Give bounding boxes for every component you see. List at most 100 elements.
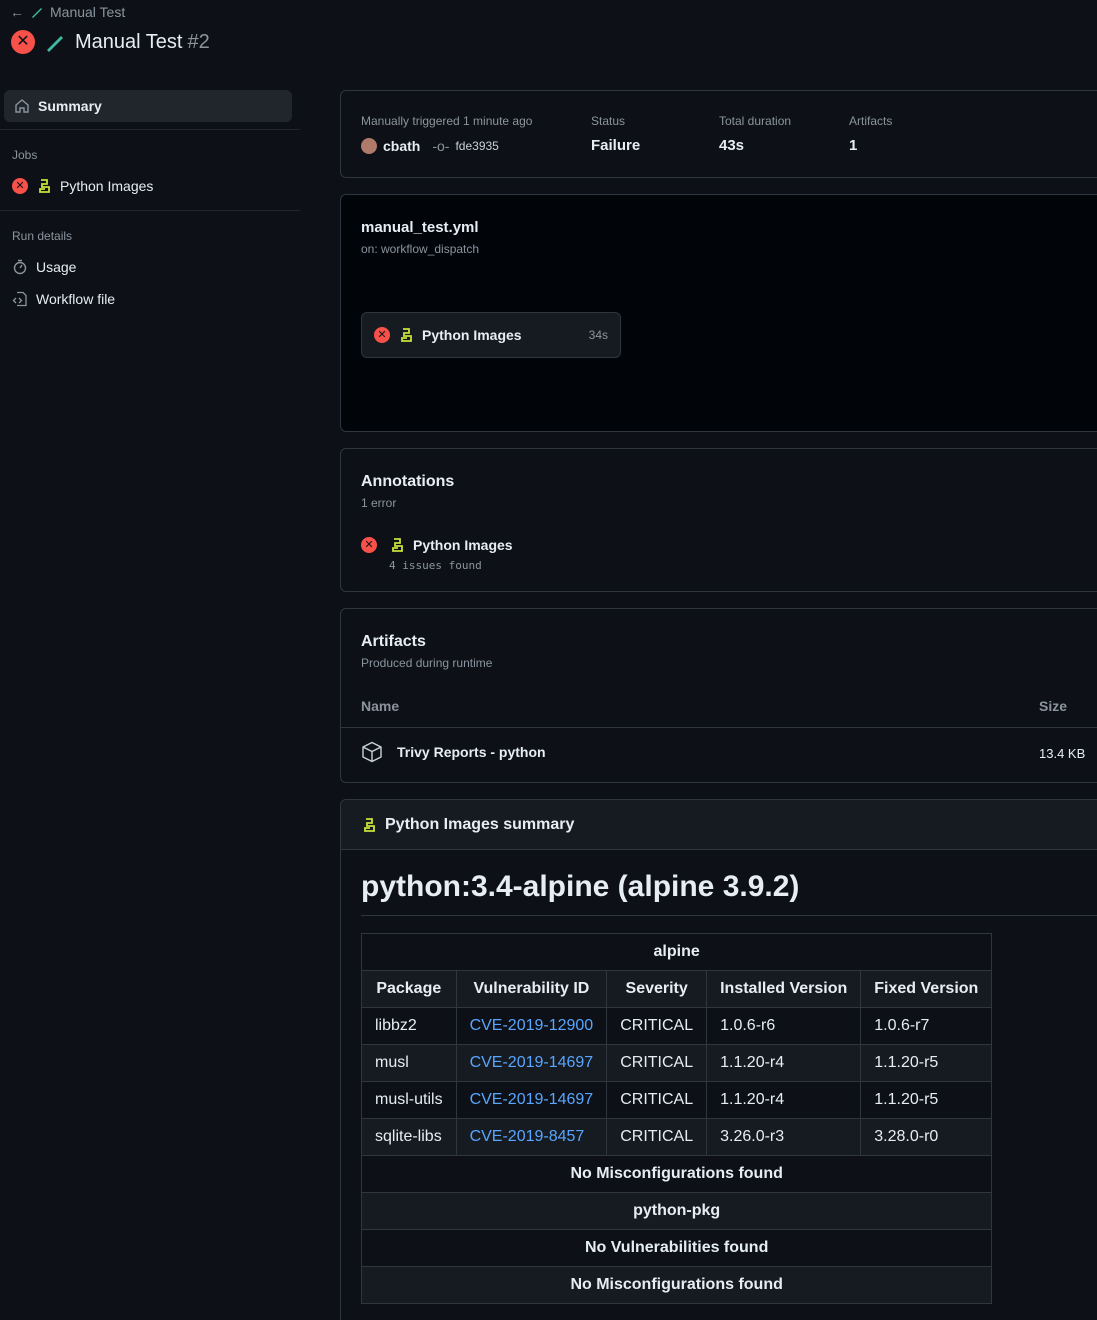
artifact-name[interactable]: Trivy Reports - python <box>397 744 546 760</box>
cell-fixed: 1.0.6-r7 <box>860 1007 993 1045</box>
package-icon <box>362 741 382 763</box>
python-icon <box>361 817 377 833</box>
python-icon <box>36 178 52 194</box>
section-alpine: alpine <box>360 933 993 971</box>
failure-icon: ✕ <box>12 178 28 194</box>
run-actor: cbath -o- fde3935 <box>361 138 499 154</box>
artifacts-title: Artifacts <box>361 633 426 650</box>
image-heading: python:3.4-alpine (alpine 3.9.2) <box>361 870 800 903</box>
artifacts-col-name: Name <box>361 698 400 714</box>
summary-title: Python Images summary <box>385 816 575 833</box>
trigger-label: Manually triggered 1 minute ago <box>361 114 533 128</box>
run-details-heading: Run details <box>12 229 73 243</box>
annotation-job: Python Images <box>413 537 513 553</box>
run-info-card: Manually triggered 1 minute ago cbath -o… <box>340 90 1097 178</box>
user-name[interactable]: cbath <box>383 138 420 154</box>
workflow-file-label: Workflow file <box>36 291 116 307</box>
artifacts-label: Artifacts <box>849 114 893 128</box>
sidebar-item-usage[interactable]: Usage <box>12 259 76 275</box>
cell-severity: CRITICAL <box>606 1118 708 1156</box>
no-misconfig-python: No Misconfigurations found <box>360 1266 993 1304</box>
duration-label: Total duration <box>719 114 792 128</box>
col-vuln-id: Vulnerability ID <box>455 970 608 1008</box>
annotation-detail: 4 issues found <box>389 559 482 572</box>
no-vulnerabilities: No Vulnerabilities found <box>360 1229 993 1267</box>
status-value: Failure <box>591 137 641 154</box>
job-node-label: Python Images <box>422 327 522 343</box>
divider <box>0 129 300 130</box>
jobs-heading: Jobs <box>12 148 38 162</box>
cell-severity: CRITICAL <box>606 1007 708 1045</box>
col-installed: Installed Version <box>706 970 862 1008</box>
sidebar-item-summary[interactable]: Summary <box>4 90 292 122</box>
cell-package: sqlite-libs <box>361 1118 457 1156</box>
failure-icon: ✕ <box>374 327 390 343</box>
divider <box>361 915 1097 916</box>
breadcrumb[interactable]: ← Manual Test <box>10 4 125 20</box>
col-package: Package <box>361 970 457 1008</box>
cell-package: musl <box>361 1044 457 1082</box>
status-label: Status <box>591 114 626 128</box>
failure-icon: ✕ <box>361 537 377 553</box>
home-icon <box>15 99 29 113</box>
commit-sha[interactable]: fde3935 <box>455 139 498 153</box>
section-python-pkg: python-pkg <box>360 1192 993 1230</box>
beaker-icon <box>47 36 63 52</box>
artifacts-col-size: Size <box>1039 698 1068 714</box>
run-number: #2 <box>187 30 210 53</box>
sidebar-item-job[interactable]: ✕ Python Images <box>12 178 153 194</box>
cve-link[interactable]: CVE-2019-14697 <box>455 1081 608 1119</box>
cell-installed: 1.1.20-r4 <box>706 1081 862 1119</box>
cell-package: musl-utils <box>361 1081 457 1119</box>
sidebar-item-workflow-file[interactable]: Workflow file <box>12 291 115 307</box>
beaker-icon <box>32 8 42 18</box>
cve-link[interactable]: CVE-2019-14697 <box>455 1044 608 1082</box>
cell-installed: 1.1.20-r4 <box>706 1044 862 1082</box>
table-row: libbz2 CVE-2019-12900 CRITICAL 1.0.6-r6 … <box>361 1007 993 1045</box>
workflow-file-name: manual_test.yml <box>361 219 479 236</box>
col-fixed: Fixed Version <box>860 970 993 1008</box>
artifact-size: 13.4 KB <box>1039 746 1086 761</box>
failure-icon: ✕ <box>11 30 35 54</box>
cell-fixed: 3.28.0-r0 <box>860 1118 993 1156</box>
annotations-count: 1 error <box>361 496 397 510</box>
artifacts-subtitle: Produced during runtime <box>361 656 493 670</box>
arrow-left-icon[interactable]: ← <box>10 4 24 20</box>
cell-installed: 3.26.0-r3 <box>706 1118 862 1156</box>
artifacts-card: Artifacts Produced during runtime Name S… <box>340 608 1097 783</box>
no-misconfig-alpine: No Misconfigurations found <box>360 1155 993 1193</box>
job-summary-card: Python Images summary python:3.4-alpine … <box>340 799 1097 1320</box>
job-node[interactable]: ✕ Python Images 34s <box>361 312 621 358</box>
cve-link[interactable]: CVE-2019-12900 <box>455 1007 608 1045</box>
col-severity: Severity <box>606 970 708 1008</box>
duration-value: 43s <box>719 137 745 154</box>
annotations-title: Annotations <box>361 473 455 490</box>
sidebar-summary-label: Summary <box>38 98 102 114</box>
table-header-row: Package Vulnerability ID Severity Instal… <box>361 970 993 1008</box>
cell-package: libbz2 <box>361 1007 457 1045</box>
artifacts-value[interactable]: 1 <box>849 137 857 154</box>
workflow-trigger: on: workflow_dispatch <box>361 242 480 256</box>
vulnerability-table: alpine Package Vulnerability ID Severity… <box>360 933 993 1304</box>
breadcrumb-label[interactable]: Manual Test <box>50 4 125 20</box>
cell-fixed: 1.1.20-r5 <box>860 1081 993 1119</box>
table-row: musl CVE-2019-14697 CRITICAL 1.1.20-r4 1… <box>361 1044 993 1082</box>
cve-link[interactable]: CVE-2019-8457 <box>455 1118 608 1156</box>
divider <box>0 210 300 211</box>
file-code-icon <box>12 291 27 307</box>
python-icon <box>398 327 414 343</box>
stopwatch-icon <box>13 259 27 275</box>
avatar <box>361 138 377 154</box>
annotation-item[interactable]: ✕ Python Images <box>361 537 513 553</box>
artifact-row[interactable]: Trivy Reports - python <box>361 741 546 763</box>
annotations-card: Annotations 1 error ✕ Python Images 4 is… <box>340 448 1097 592</box>
workflow-graph-card: manual_test.yml on: workflow_dispatch ✕ … <box>340 194 1097 432</box>
table-row: musl-utils CVE-2019-14697 CRITICAL 1.1.2… <box>361 1081 993 1119</box>
cell-installed: 1.0.6-r6 <box>706 1007 862 1045</box>
usage-label: Usage <box>36 259 77 275</box>
workflow-title: Manual Test <box>75 30 183 53</box>
python-icon <box>389 537 405 553</box>
page-title: ✕ Manual Test #2 <box>11 30 210 54</box>
sidebar-job-label: Python Images <box>60 178 154 194</box>
cell-fixed: 1.1.20-r5 <box>860 1044 993 1082</box>
